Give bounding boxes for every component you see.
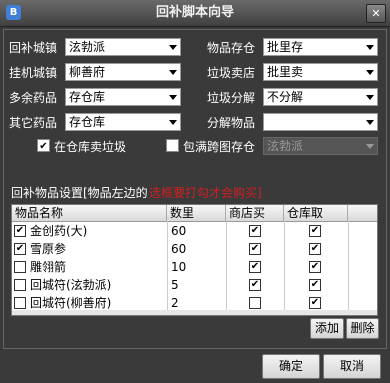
trash-sell-select[interactable]: 批里卖 xyxy=(263,63,378,81)
chevron-down-icon xyxy=(366,45,374,50)
shop-buy-checkbox[interactable] xyxy=(249,225,261,237)
trash-decompose-select[interactable]: 不分解 xyxy=(263,88,378,106)
chevron-down-icon xyxy=(366,70,374,75)
table-row[interactable]: 金创药(大) 60 xyxy=(12,222,377,240)
item-qty: 60 xyxy=(171,242,187,256)
ok-button[interactable]: 确定 xyxy=(262,354,320,379)
horizontal-scrollbar[interactable] xyxy=(12,310,377,315)
item-name: 雕翎箭 xyxy=(30,260,67,274)
table-row[interactable]: 回城符(泫勃派) 5 xyxy=(12,276,377,294)
chevron-down-icon xyxy=(169,45,177,50)
store-take-checkbox[interactable] xyxy=(309,225,321,237)
row-enable-checkbox[interactable] xyxy=(14,225,26,237)
items-section-hint: 选框要打勾才会购买] xyxy=(149,186,262,200)
decompose-items-select[interactable] xyxy=(263,113,378,131)
column-header-store[interactable]: 仓库取 xyxy=(284,205,348,221)
row-enable-checkbox[interactable] xyxy=(14,279,26,291)
label-trash-sell: 垃圾卖店 xyxy=(207,66,256,80)
full-bag-town-select[interactable]: 泫勃派 xyxy=(263,137,378,155)
chevron-down-icon xyxy=(169,95,177,100)
label-supply-town: 回补城镇 xyxy=(9,41,58,55)
close-button[interactable]: ✕ xyxy=(366,4,386,23)
items-section-title: 回补物品设置[物品左边的 xyxy=(11,186,148,200)
item-name: 金创药(大) xyxy=(30,224,88,238)
column-header-name[interactable]: 物品名称 xyxy=(12,205,167,221)
row-enable-checkbox[interactable] xyxy=(14,243,26,255)
items-table[interactable]: 物品名称 数里 商店买 仓库取 金创药(大) 60 雪原参 60 雕翎箭 10 … xyxy=(11,204,378,316)
item-qty: 5 xyxy=(171,278,179,292)
item-qty: 10 xyxy=(171,260,187,274)
item-qty: 60 xyxy=(171,224,187,238)
store-take-checkbox[interactable] xyxy=(309,261,321,273)
sell-trash-label: 在仓库卖垃圾 xyxy=(54,140,127,154)
idle-town-select[interactable]: 柳善府 xyxy=(65,63,181,81)
row-enable-checkbox[interactable] xyxy=(14,297,26,309)
sell-trash-checkbox[interactable] xyxy=(37,139,50,152)
column-header-qty[interactable]: 数里 xyxy=(167,205,226,221)
delete-button[interactable]: 删除 xyxy=(346,318,379,339)
chevron-down-icon xyxy=(366,144,374,149)
other-potions-select[interactable]: 存仓库 xyxy=(65,113,181,131)
titlebar: B 回补脚本向导 ✕ xyxy=(0,0,390,27)
table-row[interactable]: 雪原参 60 xyxy=(12,240,377,258)
shop-buy-checkbox[interactable] xyxy=(249,297,261,309)
item-name: 雪原参 xyxy=(30,242,67,256)
store-take-checkbox[interactable] xyxy=(309,297,321,309)
shop-buy-checkbox[interactable] xyxy=(249,279,261,291)
full-bag-label: 包满跨图存仓 xyxy=(183,140,256,154)
label-idle-town: 挂机城镇 xyxy=(9,66,58,80)
shop-buy-checkbox[interactable] xyxy=(249,261,261,273)
item-storage-select[interactable]: 批里存 xyxy=(263,38,378,56)
cancel-button[interactable]: 取消 xyxy=(323,354,381,379)
column-header-shop[interactable]: 商店买 xyxy=(226,205,284,221)
item-name: 回城符(泫勃派) xyxy=(30,278,112,292)
chevron-down-icon xyxy=(169,70,177,75)
extra-potions-select[interactable]: 存仓库 xyxy=(65,88,181,106)
chevron-down-icon xyxy=(366,95,374,100)
chevron-down-icon xyxy=(366,120,374,125)
window-title: 回补脚本向导 xyxy=(155,5,234,20)
label-trash-decompose: 垃圾分解 xyxy=(207,91,256,105)
full-bag-checkbox[interactable] xyxy=(166,139,179,152)
label-item-storage: 物品存仓 xyxy=(207,41,256,55)
supply-town-select[interactable]: 泫勃派 xyxy=(65,38,181,56)
table-row[interactable]: 雕翎箭 10 xyxy=(12,258,377,276)
chevron-down-icon xyxy=(169,120,177,125)
table-header: 物品名称 数里 商店买 仓库取 xyxy=(12,205,377,222)
label-other-potions: 其它药品 xyxy=(9,116,58,130)
row-enable-checkbox[interactable] xyxy=(14,261,26,273)
label-decompose-items: 分解物品 xyxy=(207,116,256,130)
add-button[interactable]: 添加 xyxy=(310,318,344,339)
store-take-checkbox[interactable] xyxy=(309,243,321,255)
store-take-checkbox[interactable] xyxy=(309,279,321,291)
shop-buy-checkbox[interactable] xyxy=(249,243,261,255)
label-extra-potions: 多余药品 xyxy=(9,91,58,105)
